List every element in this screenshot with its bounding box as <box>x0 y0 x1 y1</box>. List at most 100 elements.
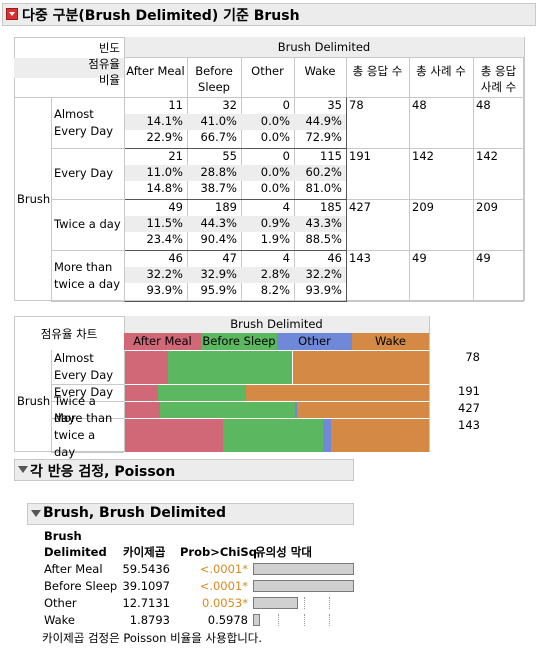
cell-value: 11 <box>168 98 183 112</box>
poisson-subtitle: Brush, Brush Delimited <box>43 505 227 521</box>
share-row-total: 191 <box>458 384 480 398</box>
share-bar-segment <box>245 385 429 401</box>
cell-value: 8.2% <box>260 283 290 297</box>
cell-value: 32.2% <box>305 267 342 281</box>
share-row-label: Almost Every Day <box>54 351 114 382</box>
share-row-label: More than twice a day <box>54 410 113 459</box>
column-header: Other <box>251 64 284 78</box>
cell-value: 0 <box>282 98 290 112</box>
total-value: 209 <box>412 200 434 214</box>
share-bar-segment <box>167 351 293 384</box>
col-divider <box>524 37 525 301</box>
poisson-prob: <.0001* <box>199 579 248 593</box>
cell-value: 93.9% <box>305 283 342 297</box>
cell-value: 55 <box>222 149 237 163</box>
cell-value: 93.9% <box>146 283 183 297</box>
cell-value: 0.0% <box>260 114 290 128</box>
col-header-brush: Brush <box>44 529 82 543</box>
col-divider <box>473 58 474 301</box>
legend-label: Other <box>298 334 331 348</box>
stat-label: 빈도 <box>98 41 120 55</box>
cell-value: 115 <box>320 149 342 163</box>
row-label: Twice a day <box>54 217 121 231</box>
total-value: 427 <box>349 200 371 214</box>
legend-label: Wake <box>374 334 406 348</box>
share-chart-right-divider <box>429 316 430 350</box>
cell-value: 185 <box>320 200 342 214</box>
total-value: 49 <box>412 251 427 265</box>
poisson-disclosure-icon[interactable] <box>18 466 28 473</box>
bar-guide <box>278 614 280 626</box>
share-bar-segment <box>292 351 429 384</box>
row-label: Every Day <box>54 166 114 180</box>
poisson-prob: <.0001* <box>199 562 248 576</box>
cell-value: 44.9% <box>305 114 342 128</box>
cell-value: 41.0% <box>200 114 237 128</box>
poisson-prob: 0.0053* <box>202 596 248 610</box>
column-header: After Meal <box>126 64 185 78</box>
cell-value: 23.4% <box>146 232 183 246</box>
cell-value: 38.7% <box>200 181 237 195</box>
significance-bar <box>253 563 354 575</box>
cell-value: 43.3% <box>305 216 342 230</box>
share-bar-segment <box>331 419 430 452</box>
bar-guide <box>328 597 330 609</box>
total-value: 49 <box>476 251 491 265</box>
legend-item: Wake <box>352 333 429 350</box>
poisson-title: 각 반응 검정, Poisson <box>30 464 176 480</box>
cell-value: 14.8% <box>146 181 183 195</box>
cell-value: 189 <box>215 200 237 214</box>
cell-value: 4 <box>282 251 290 265</box>
cell-value: 95.9% <box>200 283 237 297</box>
cell-value: 35 <box>327 98 342 112</box>
total-value: 78 <box>349 98 364 112</box>
significance-bar-track <box>253 580 354 592</box>
cell-value: 14.1% <box>146 114 183 128</box>
share-bar-segment <box>222 419 323 452</box>
poisson-footnote: 카이제곱 검정은 Poisson 비율을 사용합니다. <box>42 631 263 645</box>
cell-value: 0.9% <box>260 216 290 230</box>
share-chart-col-group: Brush Delimited <box>230 317 323 331</box>
legend-label: After Meal <box>133 334 192 348</box>
bar-guide <box>328 614 330 626</box>
significance-bar <box>253 614 261 626</box>
total-value: 143 <box>349 251 371 265</box>
share-bar-segment <box>125 402 160 418</box>
cell-value: 0.0% <box>260 181 290 195</box>
cell-value: 0.0% <box>260 165 290 179</box>
share-bar-segment <box>297 402 429 418</box>
poisson-row-label: After Meal <box>44 562 103 576</box>
total-value: 142 <box>412 149 434 163</box>
report-disclosure-icon[interactable] <box>6 8 18 20</box>
share-bar-segment <box>125 351 168 384</box>
significance-bar-track <box>253 563 354 575</box>
poisson-chisq: 39.1097 <box>122 579 170 593</box>
poisson-row-label: Other <box>44 596 77 610</box>
subsection-disclosure-icon[interactable] <box>31 510 41 517</box>
cell-value: 47 <box>222 251 237 265</box>
significance-bar-track <box>253 614 354 626</box>
cell-value: 0.0% <box>260 130 290 144</box>
poisson-row-label: Before Sleep <box>44 579 118 593</box>
share-row-group-label: Brush <box>17 394 51 408</box>
cell-value: 49 <box>168 200 183 214</box>
cell-value: 22.9% <box>146 130 183 144</box>
cell-value: 1.9% <box>260 232 290 246</box>
cell-value: 4 <box>282 200 290 214</box>
cell-value: 0 <box>282 149 290 163</box>
share-bar-segment <box>322 419 332 452</box>
share-row-total: 78 <box>465 350 480 364</box>
bar-guide <box>303 614 305 626</box>
poisson-chisq: 1.8793 <box>129 613 170 627</box>
stat-label: 비율 <box>98 73 120 87</box>
cell-value: 81.0% <box>305 181 342 195</box>
cell-value: 88.5% <box>305 232 342 246</box>
total-value: 191 <box>349 149 371 163</box>
column-header: Before Sleep <box>195 64 233 94</box>
legend-item: Before Sleep <box>201 333 277 350</box>
legend-label: Before Sleep <box>202 334 276 348</box>
significance-bar <box>253 580 354 592</box>
stat-label: 점유율 <box>88 57 120 71</box>
share-bar-segment <box>158 385 246 401</box>
share-bar-segment <box>125 419 223 452</box>
